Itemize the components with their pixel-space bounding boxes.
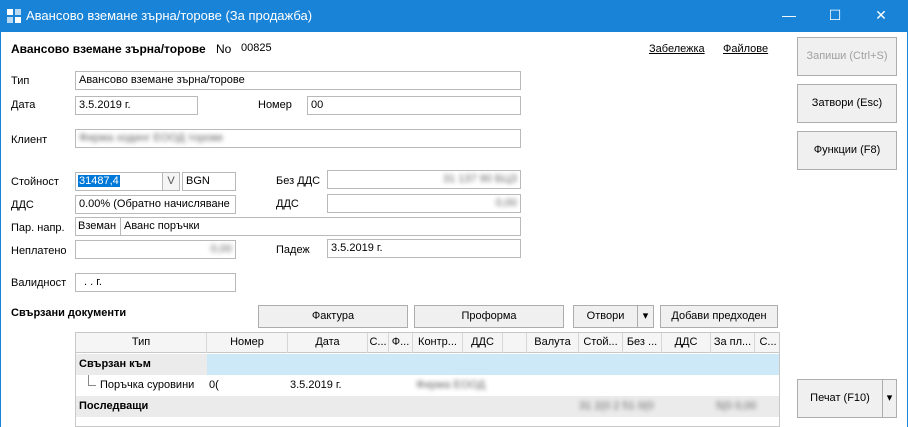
row-contractor: Фирма ЕООД (416, 379, 486, 391)
open-dropdown-button[interactable]: ▾ (637, 305, 654, 328)
unpaid-field: 0,00 (75, 240, 236, 259)
close-button[interactable]: Затвори (Esc) (797, 84, 897, 123)
vat-amount-value: 0,00 (495, 197, 517, 209)
validity-field[interactable]: . . г. (75, 273, 236, 292)
group-linked-to: Свързан към (79, 358, 151, 370)
value-dropdown-button[interactable]: V (162, 172, 180, 191)
grid-header: Тип Номер Дата С... Ф... Контр... ДДС Ва… (76, 333, 779, 353)
grid-group-row[interactable]: Последващи 31 2(0 2 51 0(0 5(0 0,00 (76, 396, 779, 417)
value-label: Стойност (11, 176, 59, 188)
print-button[interactable]: Печат (F10) (797, 379, 883, 418)
title-bar: Авансово вземане зърна/торове (За продаж… (0, 0, 908, 32)
type-label: Тип (11, 75, 30, 87)
currency-field[interactable]: BGN (182, 172, 236, 191)
column-header[interactable]: Ф... (389, 333, 413, 353)
par-name-field[interactable]: Аванс поръчки (120, 217, 521, 236)
minimize-button[interactable]: — (766, 0, 812, 32)
group-subsequent-amounts-2: 5(0 0,00 (716, 400, 757, 412)
vat-field[interactable]: 0.00% (Обратно начисляване (75, 195, 236, 214)
column-header[interactable]: Валута (527, 333, 579, 353)
maximize-button[interactable]: ☐ (812, 0, 858, 32)
group-subsequent: Последващи (79, 400, 149, 412)
novat-field: 31 137 90 БЦЗ (327, 170, 521, 189)
vat-label: ДДС (11, 199, 34, 211)
window-title: Авансово вземане зърна/торове (За продаж… (26, 8, 313, 23)
proforma-button[interactable]: Проформа (414, 305, 564, 328)
client-field[interactable]: Фирма ходинг ЕООД торове (75, 129, 521, 148)
maximize-icon: ☐ (828, 7, 842, 23)
value-field[interactable]: 31487,4 (75, 172, 163, 191)
note-link[interactable]: Забележка (649, 43, 705, 55)
due-label: Падеж (276, 244, 310, 256)
column-header[interactable]: Тип (76, 333, 207, 353)
vat-amount-field: 0,00 (327, 194, 521, 213)
print-dropdown-button[interactable]: ▾ (882, 379, 897, 418)
linked-documents-title: Свързани документи (11, 307, 127, 319)
functions-button[interactable]: Функции (F8) (797, 131, 897, 170)
vat-amount-label: ДДС (276, 198, 299, 210)
unpaid-label: Неплатено (11, 245, 67, 257)
chevron-down-icon: ▾ (642, 310, 649, 322)
group-subsequent-amounts: 31 2(0 2 51 0(0 (579, 400, 654, 412)
column-header[interactable]: Без ... (623, 333, 662, 353)
open-button[interactable]: Отвори (573, 305, 638, 328)
column-header[interactable]: ДДС (463, 333, 503, 353)
row-type: Поръчка суровини (100, 379, 195, 391)
invoice-button[interactable]: Фактура (258, 305, 408, 328)
column-header[interactable]: Контр... (413, 333, 463, 353)
table-row[interactable]: Поръчка суровини 0( 3.5.2019 г. Фирма ЕО… (76, 375, 779, 396)
app-icon (7, 9, 21, 23)
row-number: 0( (209, 379, 219, 391)
novat-label: Без ДДС (276, 175, 321, 187)
document-title: Авансово вземане зърна/торове (11, 42, 206, 56)
column-header[interactable]: С... (368, 333, 389, 353)
column-header[interactable]: За пл... (711, 333, 755, 353)
validity-label: Валидност (11, 277, 67, 289)
date-label: Дата (11, 99, 36, 111)
client-label: Клиент (11, 134, 48, 146)
column-header[interactable] (503, 333, 527, 353)
linked-documents-grid[interactable]: Тип Номер Дата С... Ф... Контр... ДДС Ва… (75, 332, 780, 427)
number-label: Номер (258, 99, 292, 111)
chevron-down-icon: ▾ (886, 392, 893, 404)
grid-group-row[interactable]: Свързан към (76, 354, 779, 375)
par-code-field[interactable]: Вземан (75, 217, 121, 236)
column-header[interactable]: С... (755, 333, 779, 353)
column-header[interactable]: Стой... (579, 333, 623, 353)
minimize-icon: — (782, 7, 796, 23)
document-number: 00825 (241, 42, 272, 54)
tree-line (88, 385, 96, 386)
files-link[interactable]: Файлове (723, 43, 768, 55)
column-header[interactable]: ДДС (662, 333, 711, 353)
add-previous-button[interactable]: Добави предходен (660, 305, 778, 328)
row-date: 3.5.2019 г. (290, 379, 342, 391)
value-selected-text: 31487,4 (78, 175, 120, 187)
client-value: Фирма ходинг ЕООД торове (79, 132, 224, 144)
close-icon: ✕ (875, 7, 887, 23)
number-field[interactable]: 00 (307, 96, 521, 115)
number-caption: No (216, 42, 232, 56)
par-label: Пар. напр. (11, 222, 65, 234)
close-window-button[interactable]: ✕ (858, 0, 904, 32)
save-button[interactable]: Запиши (Ctrl+S) (797, 37, 897, 76)
novat-value: 31 137 90 БЦЗ (443, 173, 517, 185)
type-field[interactable]: Авансово вземане зърна/торове (75, 71, 521, 90)
column-header[interactable]: Дата (288, 333, 368, 353)
column-header[interactable]: Номер (207, 333, 288, 353)
unpaid-value: 0,00 (210, 243, 232, 255)
date-field[interactable]: 3.5.2019 г. (75, 96, 198, 115)
due-field[interactable]: 3.5.2019 г. (327, 239, 521, 258)
